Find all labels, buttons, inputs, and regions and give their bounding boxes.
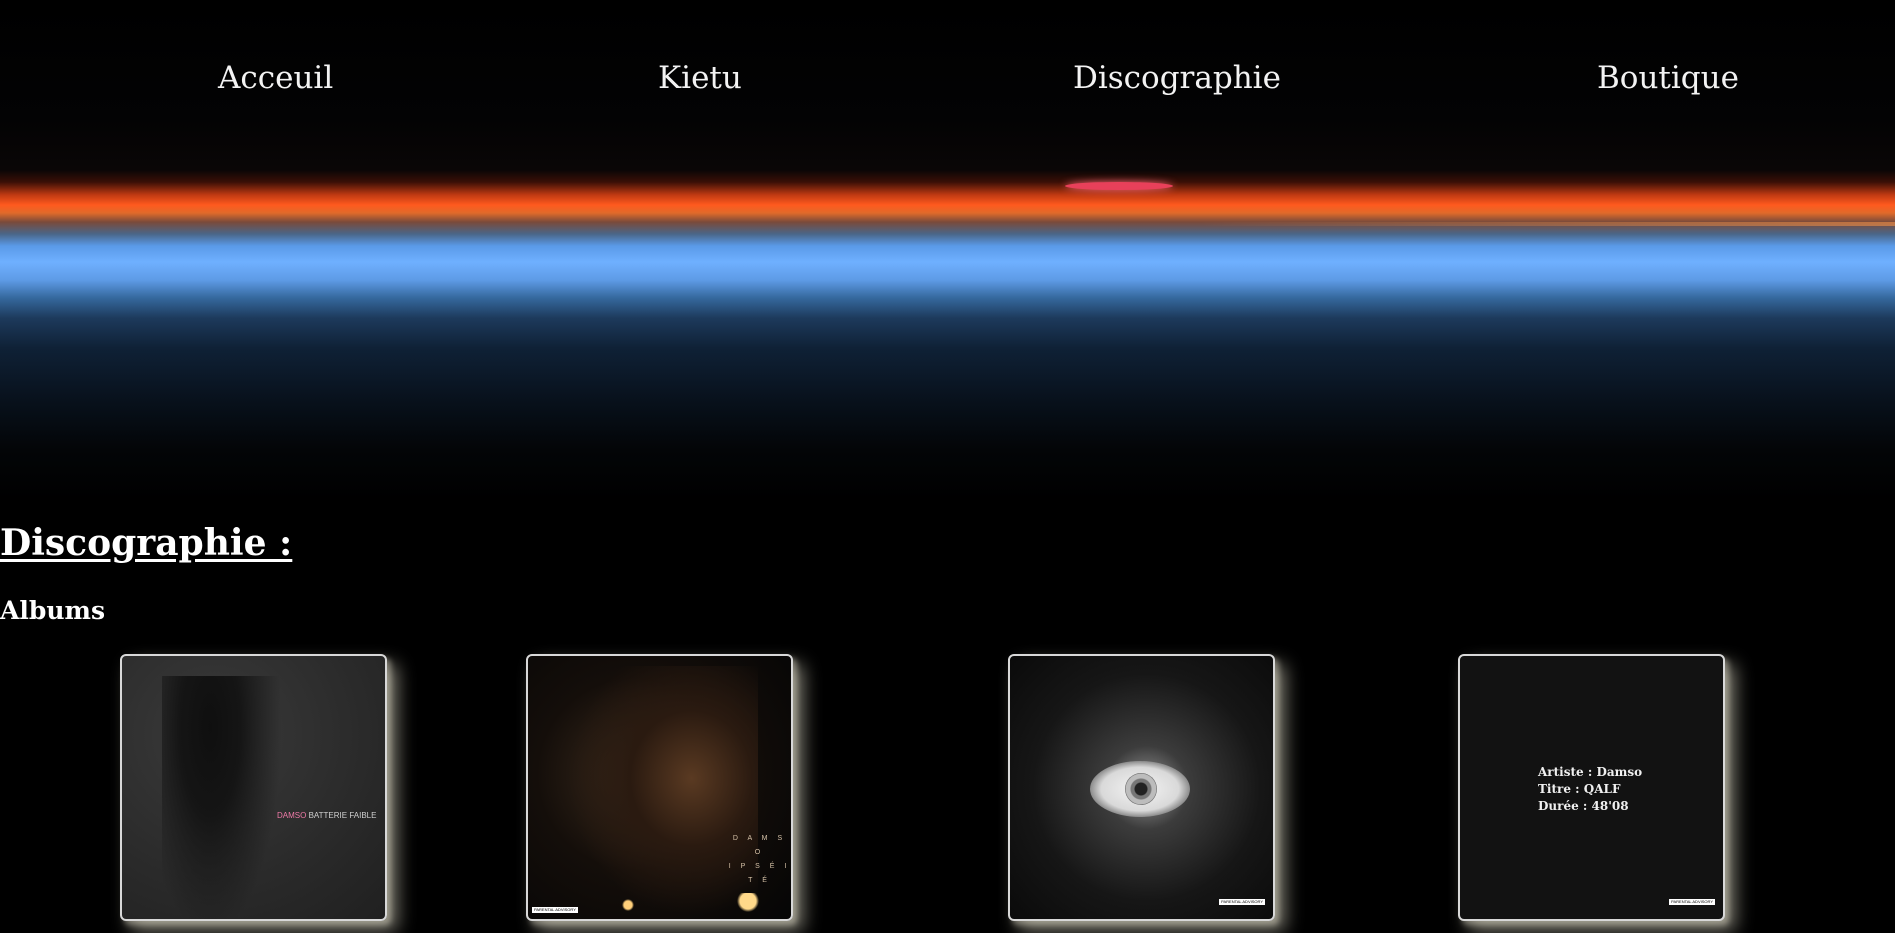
candle-lights (588, 893, 788, 913)
artist-silhouette (162, 676, 282, 919)
nav-item-boutique[interactable]: Boutique (1597, 60, 1739, 96)
light-streak (1065, 182, 1173, 190)
album-title: BATTERIE FAIBLE (308, 811, 377, 820)
album-info: Artiste : Damso Titre : QALF Durée : 48'… (1538, 764, 1642, 815)
nav-item-kietu[interactable]: Kietu (658, 60, 742, 96)
album-cover-lithopedion[interactable]: PARENTAL ADVISORY (1008, 654, 1275, 921)
parental-advisory-badge: PARENTAL ADVISORY (1219, 899, 1265, 905)
album-cover-qalf[interactable]: Artiste : Damso Titre : QALF Durée : 48'… (1458, 654, 1725, 921)
album-cover-label: DAMSO BATTERIE FAIBLE (277, 811, 376, 820)
album-cover-ipseite[interactable]: D A M S O I P S É I T É PARENTAL ADVISOR… (526, 654, 793, 921)
eye-image (1090, 761, 1190, 817)
light-streak-secondary (1200, 222, 1895, 226)
nav-item-discographie[interactable]: Discographie (1073, 60, 1281, 96)
album-artist: DAMSO (277, 811, 307, 820)
album-title: I P S É I T É (728, 863, 791, 884)
main-nav: Acceuil Kietu Discographie Boutique (0, 60, 1895, 110)
parental-advisory-badge: PARENTAL ADVISORY (532, 907, 578, 913)
iris-image (1125, 773, 1157, 805)
album-cover-label: D A M S O I P S É I T É (728, 832, 791, 888)
section-subtitle: Albums (0, 596, 106, 625)
nav-item-acceuil[interactable]: Acceuil (218, 60, 333, 96)
page-title: Discographie : (0, 522, 293, 564)
parental-advisory-badge: PARENTAL ADVISORY (1669, 899, 1715, 905)
album-cover-batterie-faible[interactable]: DAMSO BATTERIE FAIBLE (120, 654, 387, 921)
album-info-title: Titre : QALF (1538, 782, 1621, 796)
album-info-artist: Artiste : Damso (1538, 765, 1643, 779)
album-info-duration: Durée : 48'08 (1538, 799, 1629, 813)
album-artist: D A M S O (732, 835, 787, 856)
